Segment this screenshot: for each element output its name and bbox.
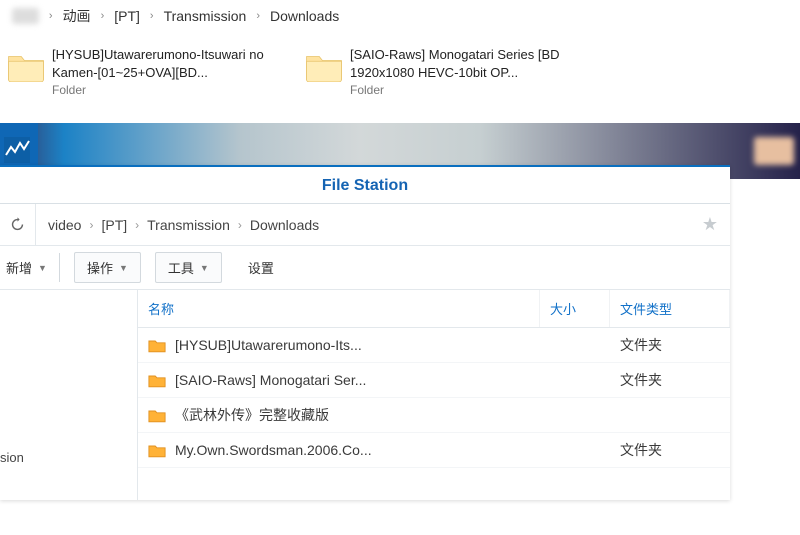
caret-down-icon: ▼ [119, 263, 128, 273]
chevron-right-icon: › [144, 10, 160, 22]
sidebar-label-fragment: sion [0, 450, 137, 465]
explorer-folder-item[interactable]: [SAIO-Raws] Monogatari Series [BD 1920x1… [302, 46, 582, 97]
path-toolbar: video › [PT] › Transmission › Downloads … [0, 204, 730, 246]
file-size [540, 408, 610, 422]
button-label: 新增 [6, 258, 32, 277]
settings-button[interactable]: 设置 [236, 253, 286, 282]
button-label: 工具 [168, 258, 194, 277]
folder-icon [148, 443, 166, 458]
table-row[interactable]: 《武林外传》完整收藏版 [138, 398, 730, 433]
favorite-star-icon[interactable]: ★ [690, 214, 730, 235]
file-type: 文件夹 [610, 363, 730, 397]
folder-icon [148, 338, 166, 353]
breadcrumb-item[interactable]: Transmission [164, 8, 247, 24]
explorer-breadcrumb: ty › 动画 › [PT] › Transmission › Download… [0, 0, 800, 36]
chevron-right-icon: › [95, 10, 111, 22]
filestation-breadcrumb: video › [PT] › Transmission › Downloads [36, 217, 690, 233]
file-name: [HYSUB]Utawarerumono-Its... [175, 337, 362, 353]
breadcrumb-item[interactable]: Downloads [270, 8, 339, 24]
window-title: File Station [0, 167, 730, 204]
chevron-right-icon: › [250, 10, 266, 22]
file-type [610, 408, 730, 422]
table-header: 名称 大小 文件类型 [138, 290, 730, 328]
filestation-window-area: File Station video › [PT] › Transmission… [0, 123, 800, 179]
file-name: My.Own.Swordsman.2006.Co... [175, 442, 372, 458]
folder-icon [302, 46, 346, 86]
resource-monitor-icon[interactable] [4, 137, 30, 163]
tools-button[interactable]: 工具 ▼ [155, 252, 222, 283]
column-size[interactable]: 大小 [540, 290, 610, 327]
caret-down-icon: ▼ [38, 263, 47, 273]
chevron-right-icon: › [129, 218, 145, 232]
action-button[interactable]: 操作 ▼ [74, 252, 141, 283]
chevron-right-icon: › [43, 10, 59, 22]
folder-name: [SAIO-Raws] Monogatari Series [BD 1920x1… [350, 46, 582, 81]
breadcrumb-item[interactable]: [PT] [101, 217, 127, 233]
filestation-sidebar: sion [0, 290, 138, 500]
new-button[interactable]: 新增 ▼ [0, 253, 60, 282]
file-size [540, 338, 610, 352]
chevron-right-icon: › [83, 218, 99, 232]
filestation-window: File Station video › [PT] › Transmission… [0, 165, 730, 500]
breadcrumb-item[interactable]: [PT] [114, 8, 140, 24]
file-type: 文件夹 [610, 328, 730, 362]
breadcrumb-item[interactable]: Downloads [250, 217, 319, 233]
desktop-item-blurred [754, 137, 794, 165]
folder-icon [148, 408, 166, 423]
explorer-folder-item[interactable]: [HYSUB]Utawarerumono-Itsuwari no Kamen-[… [4, 46, 284, 97]
action-toolbar: 新增 ▼ 操作 ▼ 工具 ▼ 设置 [0, 246, 730, 290]
file-size [540, 443, 610, 457]
folder-name: [HYSUB]Utawarerumono-Itsuwari no Kamen-[… [52, 46, 284, 81]
chevron-right-icon: › [232, 218, 248, 232]
button-label: 操作 [87, 258, 113, 277]
explorer-file-list: [HYSUB]Utawarerumono-Itsuwari no Kamen-[… [0, 36, 800, 123]
breadcrumb-item[interactable]: video [48, 217, 81, 233]
breadcrumb-item[interactable]: 动画 [63, 6, 91, 26]
filestation-file-list: 名称 大小 文件类型 [HYSUB]Utawarerumono-Its... 文件… [138, 290, 730, 500]
folder-type: Folder [52, 83, 284, 97]
breadcrumb-item[interactable]: Transmission [147, 217, 230, 233]
breadcrumb-root[interactable]: ty [12, 8, 39, 24]
table-row[interactable]: [SAIO-Raws] Monogatari Ser... 文件夹 [138, 363, 730, 398]
file-name: [SAIO-Raws] Monogatari Ser... [175, 372, 366, 388]
file-size [540, 373, 610, 387]
folder-icon [148, 373, 166, 388]
file-type: 文件夹 [610, 433, 730, 467]
windows-explorer: ty › 动画 › [PT] › Transmission › Download… [0, 0, 800, 123]
column-name[interactable]: 名称 [138, 290, 540, 327]
column-type[interactable]: 文件类型 [610, 290, 730, 327]
button-label: 设置 [248, 258, 274, 277]
file-name: 《武林外传》完整收藏版 [175, 405, 329, 425]
folder-type: Folder [350, 83, 582, 97]
folder-icon [4, 46, 48, 86]
table-row[interactable]: My.Own.Swordsman.2006.Co... 文件夹 [138, 433, 730, 468]
table-row[interactable]: [HYSUB]Utawarerumono-Its... 文件夹 [138, 328, 730, 363]
refresh-button[interactable] [0, 204, 36, 246]
caret-down-icon: ▼ [200, 263, 209, 273]
